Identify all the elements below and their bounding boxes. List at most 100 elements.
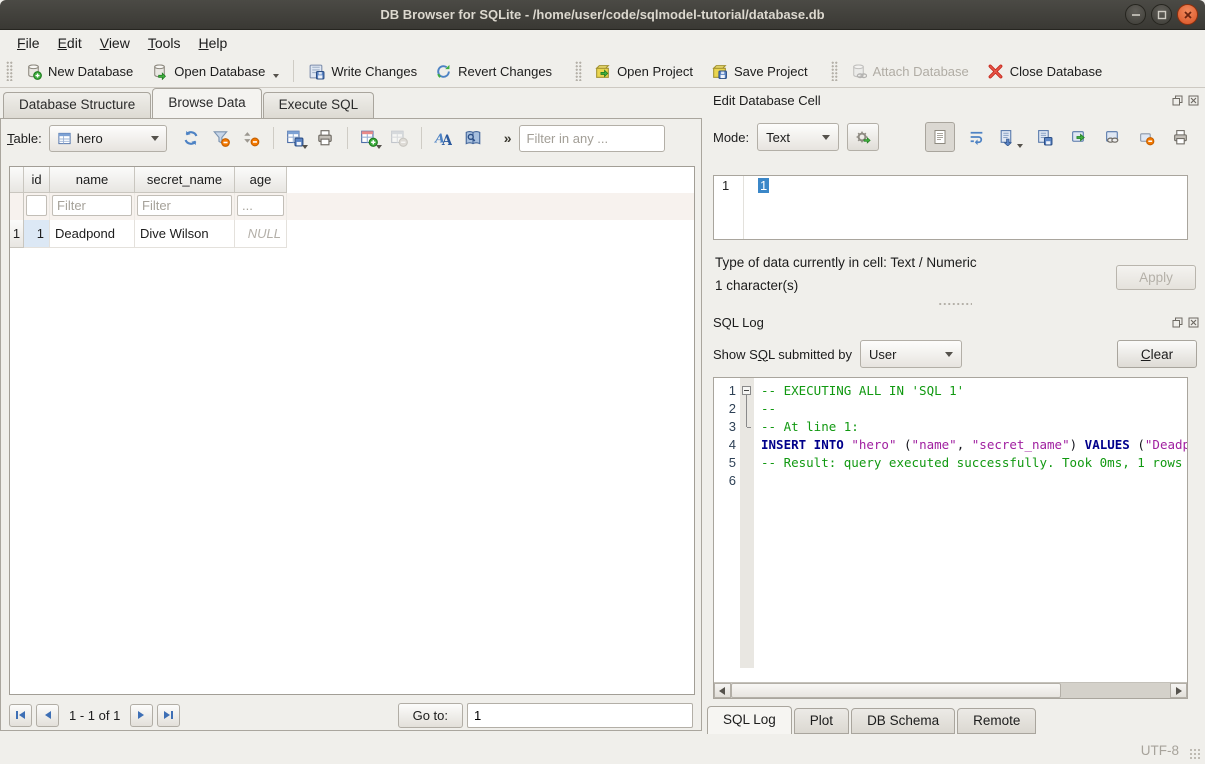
text-mode-button[interactable] bbox=[925, 122, 955, 152]
toolbar-grip[interactable] bbox=[575, 61, 582, 81]
dropdown-caret[interactable] bbox=[376, 145, 382, 149]
tab-execute-sql[interactable]: Execute SQL bbox=[263, 92, 375, 118]
show-sql-select[interactable]: User bbox=[860, 340, 962, 368]
attach-database-icon bbox=[850, 63, 867, 80]
refresh-button[interactable] bbox=[178, 125, 205, 152]
new-database-button[interactable]: New Database bbox=[16, 59, 142, 84]
find-in-table-button[interactable] bbox=[460, 125, 487, 152]
toolbar-grip[interactable] bbox=[6, 61, 13, 81]
filter-input-id[interactable] bbox=[26, 195, 47, 216]
cell-age[interactable]: NULL bbox=[235, 220, 287, 248]
horizontal-scrollbar[interactable] bbox=[714, 682, 1187, 698]
toolbar-separator bbox=[273, 127, 274, 149]
float-dock-icon[interactable] bbox=[1171, 94, 1184, 107]
filter-input-age[interactable] bbox=[237, 195, 284, 216]
import-from-file-button[interactable] bbox=[997, 124, 1023, 150]
menu-help[interactable]: Help bbox=[190, 32, 237, 54]
column-header-id[interactable]: id bbox=[24, 167, 50, 193]
last-page-button[interactable] bbox=[157, 704, 180, 727]
set-null-button[interactable] bbox=[1133, 124, 1159, 150]
toolbar-overflow-chevron[interactable]: » bbox=[500, 130, 516, 146]
row-header[interactable]: 1 bbox=[10, 220, 24, 248]
scrollbar-thumb[interactable] bbox=[731, 683, 1061, 698]
maximize-button[interactable] bbox=[1151, 4, 1172, 25]
toolbar-grip[interactable] bbox=[831, 61, 838, 81]
menu-view[interactable]: View bbox=[91, 32, 139, 54]
fold-margin[interactable] bbox=[740, 378, 754, 668]
scrollbar-trough[interactable] bbox=[1061, 683, 1170, 698]
tab-plot[interactable]: Plot bbox=[794, 708, 849, 734]
save-project-button[interactable]: Save Project bbox=[702, 59, 817, 84]
menu-file[interactable]: File bbox=[8, 32, 49, 54]
cell-id[interactable]: 1 bbox=[24, 220, 50, 248]
pagination-bar: 1 - 1 of 1 Go to: bbox=[9, 701, 693, 729]
dropdown-caret[interactable] bbox=[1017, 144, 1023, 148]
print-cell-button[interactable] bbox=[1167, 124, 1193, 150]
open-link-button[interactable] bbox=[1099, 124, 1125, 150]
edit-cell-dock-title: Edit Database Cell bbox=[713, 93, 821, 108]
cell-name[interactable]: Deadpond bbox=[50, 220, 135, 248]
first-page-button[interactable] bbox=[9, 704, 32, 727]
column-header-secret-name[interactable]: secret_name bbox=[135, 167, 235, 193]
scroll-right-arrow[interactable] bbox=[1170, 683, 1187, 698]
write-changes-label: Write Changes bbox=[331, 64, 417, 79]
dock-splitter[interactable] bbox=[705, 299, 1205, 308]
sql-log-view[interactable]: 1 2 3 4 5 6 -- EXECUTING ALL IN 'SQL 1'-… bbox=[713, 377, 1188, 699]
close-dock-icon[interactable] bbox=[1187, 94, 1200, 107]
fold-collapse-icon[interactable] bbox=[742, 386, 751, 395]
encoding-indicator[interactable]: UTF-8 bbox=[1141, 743, 1179, 758]
chevron-down-icon bbox=[151, 136, 159, 141]
cell-secret-name[interactable]: Dive Wilson bbox=[135, 220, 235, 248]
goto-input[interactable] bbox=[467, 703, 693, 728]
open-database-dropdown-caret[interactable] bbox=[273, 74, 279, 78]
close-dock-icon[interactable] bbox=[1187, 316, 1200, 329]
export-to-file-button[interactable] bbox=[1031, 124, 1057, 150]
cell-editor[interactable]: 1 1 bbox=[713, 175, 1188, 240]
clear-log-button[interactable]: Clear bbox=[1117, 340, 1197, 368]
selected-text: 1 bbox=[758, 178, 769, 193]
table-row[interactable]: 1 1 Deadpond Dive Wilson NULL bbox=[10, 220, 694, 248]
goto-button[interactable]: Go to: bbox=[398, 703, 463, 728]
revert-changes-button[interactable]: Revert Changes bbox=[426, 59, 561, 84]
next-page-button[interactable] bbox=[130, 704, 153, 727]
apply-button[interactable]: Apply bbox=[1116, 265, 1196, 290]
minimize-button[interactable] bbox=[1125, 4, 1146, 25]
close-database-button[interactable]: Close Database bbox=[978, 59, 1112, 84]
filter-any-column-input[interactable] bbox=[519, 125, 665, 152]
tab-db-schema[interactable]: DB Schema bbox=[851, 708, 955, 734]
open-database-button[interactable]: Open Database bbox=[142, 59, 288, 84]
column-header-age[interactable]: age bbox=[235, 167, 287, 193]
close-button[interactable] bbox=[1177, 4, 1198, 25]
auto-switch-mode-button[interactable] bbox=[847, 123, 879, 151]
resize-grip[interactable] bbox=[1189, 748, 1202, 761]
menu-tools[interactable]: Tools bbox=[139, 32, 190, 54]
filter-input-name[interactable] bbox=[52, 195, 132, 216]
clear-sorting-button[interactable] bbox=[238, 125, 265, 152]
open-external-button[interactable] bbox=[1065, 124, 1091, 150]
column-header-name[interactable]: name bbox=[50, 167, 135, 193]
open-project-button[interactable]: Open Project bbox=[585, 59, 702, 84]
menu-edit[interactable]: Edit bbox=[49, 32, 91, 54]
word-wrap-button[interactable] bbox=[963, 124, 989, 150]
print-button[interactable] bbox=[312, 125, 339, 152]
tab-browse-data[interactable]: Browse Data bbox=[152, 88, 261, 118]
table-select[interactable]: hero bbox=[49, 125, 167, 152]
editor-content[interactable]: 1 bbox=[744, 176, 1187, 239]
filter-input-secret-name[interactable] bbox=[137, 195, 232, 216]
dropdown-caret[interactable] bbox=[302, 145, 308, 149]
save-table-view-button[interactable] bbox=[282, 125, 309, 152]
mode-label: Mode: bbox=[713, 130, 749, 145]
mode-select[interactable]: Text bbox=[757, 123, 839, 151]
scroll-left-arrow[interactable] bbox=[714, 683, 731, 698]
tab-remote[interactable]: Remote bbox=[957, 708, 1036, 734]
write-changes-button[interactable]: Write Changes bbox=[299, 59, 426, 84]
insert-record-button[interactable] bbox=[356, 125, 383, 152]
previous-page-button[interactable] bbox=[36, 704, 59, 727]
chevron-down-icon bbox=[945, 352, 953, 357]
clear-filters-button[interactable] bbox=[208, 125, 235, 152]
float-dock-icon[interactable] bbox=[1171, 316, 1184, 329]
tab-database-structure[interactable]: Database Structure bbox=[3, 92, 151, 118]
tab-sql-log[interactable]: SQL Log bbox=[707, 706, 792, 734]
table-select-value: hero bbox=[77, 131, 140, 146]
edit-display-format-button[interactable]: A A bbox=[430, 125, 457, 152]
